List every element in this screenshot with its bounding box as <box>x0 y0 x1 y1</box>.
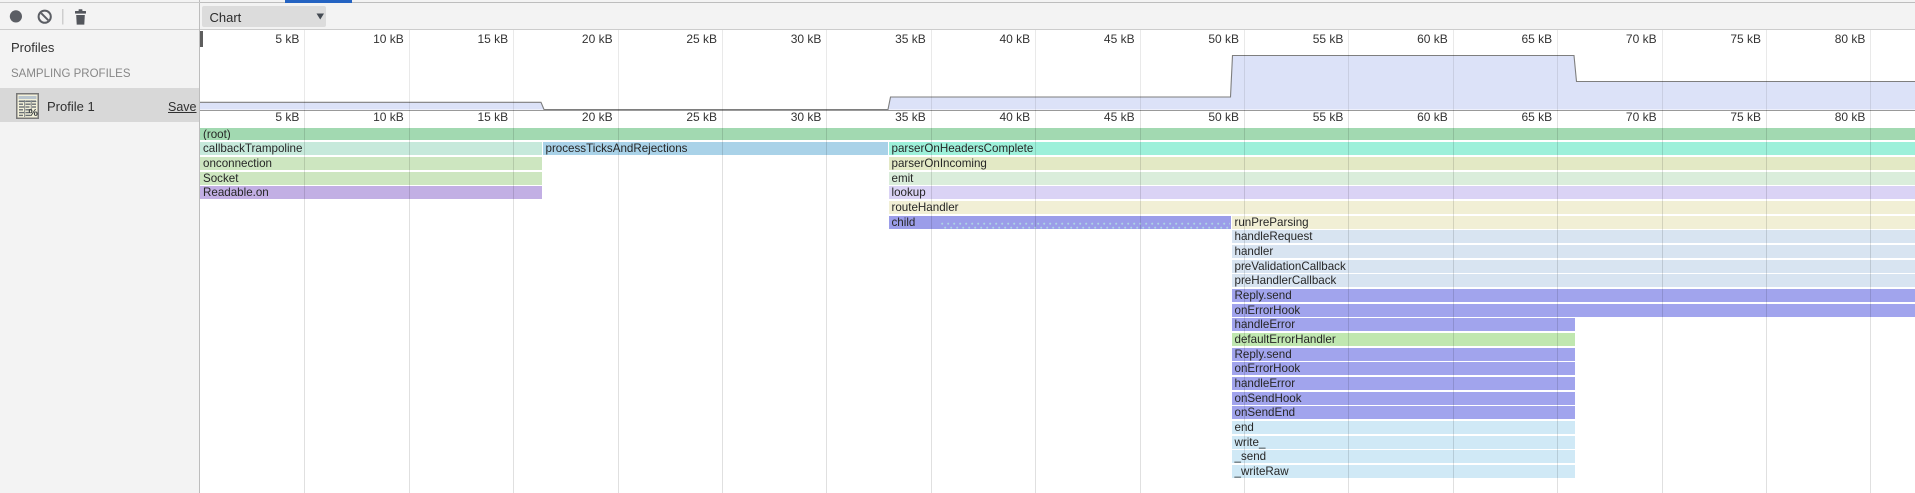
svg-text:%: % <box>29 107 39 119</box>
